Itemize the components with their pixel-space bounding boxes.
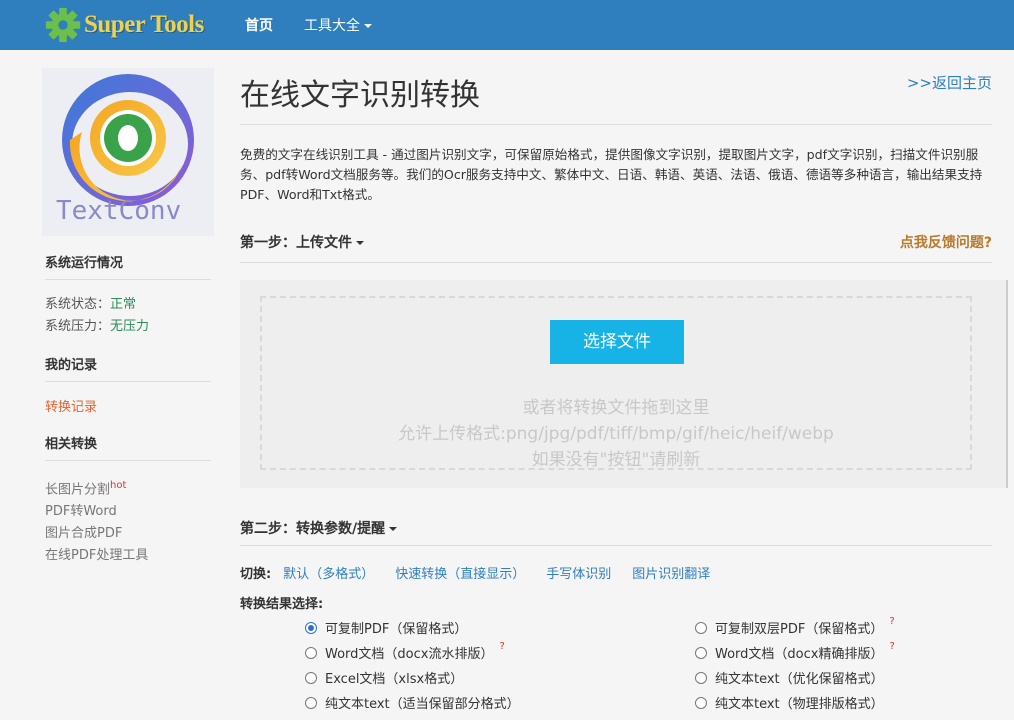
radio[interactable] xyxy=(305,646,317,659)
option-label: Excel文档（xlsx格式） xyxy=(325,672,464,687)
back-home-link[interactable]: >>返回主页 xyxy=(907,72,992,93)
caret-down-icon xyxy=(356,241,364,245)
related-link-pdf-tools[interactable]: 在线PDF处理工具 xyxy=(45,545,214,567)
option-label: 可复制双层PDF（保留格式） xyxy=(715,622,884,637)
switch-translate[interactable]: 图片识别翻译 xyxy=(632,563,710,582)
status-heading: 系统运行情况 xyxy=(45,252,211,280)
choose-file-button[interactable]: 选择文件 xyxy=(550,320,684,364)
caret-down-icon xyxy=(389,527,398,531)
option-word-flow[interactable]: Word文档（docx流水排版）? xyxy=(305,641,505,662)
file-drop-zone[interactable]: 选择文件 或者将转换文件拖到这里 允许上传格式:png/jpg/pdf/tiff… xyxy=(260,296,972,470)
step1-dropdown[interactable]: 第一步：上传文件 xyxy=(240,232,364,252)
option-label: 纯文本text（优化保留格式） xyxy=(715,672,884,687)
drop-hint: 或者将转换文件拖到这里 xyxy=(522,398,710,418)
textconv-logo-text: TextConv xyxy=(56,196,182,226)
switch-handwriting[interactable]: 手写体识别 xyxy=(546,563,611,582)
status-label: 系统状态： xyxy=(45,297,111,312)
option-dual-layer-pdf[interactable]: 可复制双层PDF（保留格式）? xyxy=(695,616,895,637)
nav-home-link[interactable]: 首页 xyxy=(245,15,273,35)
radio[interactable] xyxy=(695,646,707,659)
radio-selected[interactable] xyxy=(305,621,317,634)
system-load: 系统压力：无压力 xyxy=(45,316,214,338)
step1-label: 第一步：上传文件 xyxy=(240,235,352,251)
option-label: 纯文本text（适当保留部分格式） xyxy=(325,697,520,712)
option-label: 可复制PDF（保留格式） xyxy=(325,622,468,637)
mode-switch: 切换: 默认（多格式） 快速转换（直接显示） 手写体识别 图片识别翻译 xyxy=(240,563,731,582)
site-logo[interactable]: Super Tools xyxy=(44,6,204,44)
status-value: 正常 xyxy=(110,297,137,312)
option-label: 纯文本text（物理排版格式） xyxy=(715,697,884,712)
hot-badge: hot xyxy=(110,480,127,491)
conversion-records-link[interactable]: 转换记录 xyxy=(45,400,97,415)
load-label: 系统压力： xyxy=(45,319,111,334)
option-text-partial[interactable]: 纯文本text（适当保留部分格式） xyxy=(305,693,520,712)
option-label: Word文档（docx精确排版） xyxy=(715,647,884,662)
option-text-physical[interactable]: 纯文本text（物理排版格式） xyxy=(695,693,884,712)
help-icon[interactable]: ? xyxy=(889,616,894,627)
related-link-long-image-split[interactable]: 长图片分割hot xyxy=(45,475,214,501)
divider xyxy=(240,262,992,263)
sidebar: TextConv 系统运行情况 系统状态：正常 系统压力：无压力 我的记录 转换… xyxy=(42,68,214,567)
step2-label: 第二步：转换参数/提醒 xyxy=(240,521,386,537)
switch-fast[interactable]: 快速转换（直接显示） xyxy=(395,563,525,582)
feedback-link[interactable]: 点我反馈问题? xyxy=(900,232,992,252)
help-icon[interactable]: ? xyxy=(499,641,504,652)
divider xyxy=(240,124,992,125)
radio[interactable] xyxy=(695,671,707,684)
radio[interactable] xyxy=(695,696,707,709)
upload-panel: 选择文件 或者将转换文件拖到这里 允许上传格式:png/jpg/pdf/tiff… xyxy=(240,280,1008,488)
related-heading: 相关转换 xyxy=(45,433,211,461)
option-excel[interactable]: Excel文档（xlsx格式） xyxy=(305,668,463,687)
load-value: 无压力 xyxy=(110,319,150,334)
result-format-label: 转换结果选择: xyxy=(240,597,324,612)
related-label: 长图片分割 xyxy=(45,482,111,498)
radio[interactable] xyxy=(305,671,317,684)
option-word-exact[interactable]: Word文档（docx精确排版）? xyxy=(695,641,895,662)
radio[interactable] xyxy=(305,696,317,709)
divider xyxy=(240,545,992,546)
refresh-hint: 如果没有"按钮"请刷新 xyxy=(531,450,701,470)
option-label: Word文档（docx流水排版） xyxy=(325,647,494,662)
step2-dropdown[interactable]: 第二步：转换参数/提醒 xyxy=(240,518,398,538)
caret-down-icon xyxy=(364,24,372,28)
help-icon[interactable]: ? xyxy=(889,641,894,652)
system-status: 系统状态：正常 xyxy=(45,294,214,316)
gear-logo-icon xyxy=(45,7,81,43)
option-text-optimized[interactable]: 纯文本text（优化保留格式） xyxy=(695,668,884,687)
textconv-logo: TextConv xyxy=(42,68,214,236)
nav-tools-label: 工具大全 xyxy=(304,18,360,34)
related-link-images-to-pdf[interactable]: 图片合成PDF xyxy=(45,523,214,545)
page-title: 在线文字识别转换 xyxy=(240,78,480,113)
page-description: 免费的文字在线识别工具 - 通过图片识别文字，可保留原始格式，提供图像文字识别，… xyxy=(240,147,983,202)
related-link-pdf-to-word[interactable]: PDF转Word xyxy=(45,501,214,523)
panel-scrollbar[interactable] xyxy=(1006,280,1007,488)
switch-default[interactable]: 默认（多格式） xyxy=(283,563,374,582)
switch-label: 切换: xyxy=(240,567,272,582)
records-heading: 我的记录 xyxy=(45,354,211,382)
allowed-formats: 允许上传格式:png/jpg/pdf/tiff/bmp/gif/heic/hei… xyxy=(398,424,834,444)
option-copyable-pdf[interactable]: 可复制PDF（保留格式） xyxy=(305,618,467,637)
brand-name: Super Tools xyxy=(84,11,204,38)
radio[interactable] xyxy=(695,621,707,634)
nav-tools-dropdown[interactable]: 工具大全 xyxy=(304,15,372,35)
top-navbar: Super Tools 首页 工具大全 xyxy=(0,0,1014,50)
